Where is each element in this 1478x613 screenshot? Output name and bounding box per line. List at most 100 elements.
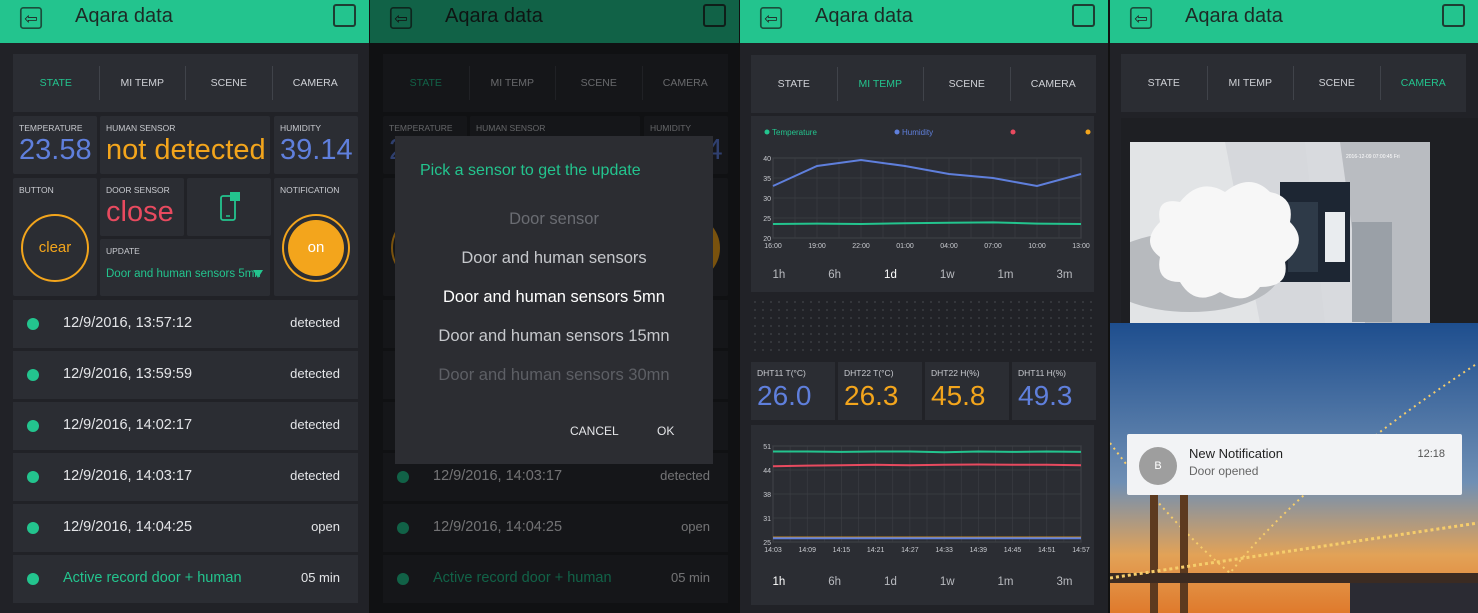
table-row[interactable]: 12/9/2016, 14:04:25 open (13, 504, 358, 552)
dialog-title: Pick a sensor to get the update (420, 162, 641, 179)
x-tick-label: 13:00 (1072, 243, 1090, 250)
notification-toggle[interactable]: on (282, 214, 350, 282)
tab-scene[interactable]: SCENE (186, 66, 273, 100)
clear-button[interactable]: clear (21, 214, 89, 282)
range-selector: 1h 6h 1d 1w 1m 3m (751, 269, 1094, 281)
range-3m[interactable]: 3m (1056, 269, 1072, 281)
legend-marker (764, 129, 770, 135)
range-1w[interactable]: 1w (940, 269, 955, 281)
y-tick-label: 31 (763, 516, 771, 523)
status-dot-icon (27, 471, 39, 483)
option-door-human-5mn[interactable]: Door and human sensors 5mn (395, 288, 713, 307)
range-1w[interactable]: 1w (940, 576, 955, 588)
status-dot-icon (27, 369, 39, 381)
app-title: Aqara data (815, 5, 913, 27)
row-time: 12/9/2016, 14:04:25 (63, 519, 193, 535)
table-row[interactable]: 12/9/2016, 13:59:59 detected (13, 351, 358, 399)
x-tick-label: 14:33 (935, 547, 953, 554)
x-tick-label: 14:57 (1072, 547, 1090, 554)
tab-bar: STATE MI TEMP SCENE CAMERA (1121, 54, 1466, 112)
range-1d[interactable]: 1d (884, 269, 897, 281)
legend-marker (894, 129, 900, 135)
dht22-temp-tile: DHT22 T(°C) 26.3 (838, 362, 922, 420)
table-row[interactable]: 12/9/2016, 13:57:12 detected (13, 300, 358, 348)
table-row[interactable]: 12/9/2016, 14:03:17 detected (13, 453, 358, 501)
tab-state[interactable]: STATE (1121, 66, 1208, 100)
tab-scene[interactable]: SCENE (924, 67, 1011, 101)
y-tick-label: 20 (763, 236, 771, 243)
status-dot-icon (27, 522, 39, 534)
dht22-temp-label: DHT22 T(°C) (844, 368, 894, 378)
tab-mi-temp[interactable]: MI TEMP (838, 67, 924, 101)
x-tick-label: 14:39 (970, 547, 988, 554)
back-icon[interactable]: ⇦ (759, 6, 783, 30)
range-1m[interactable]: 1m (998, 576, 1014, 588)
option-door-sensor[interactable]: Door sensor (395, 210, 713, 229)
phone-notification-icon (220, 192, 240, 221)
app-header: ⇦ Aqara data (0, 0, 369, 43)
range-6h[interactable]: 6h (828, 269, 841, 281)
button-label: BUTTON (19, 185, 54, 195)
camera-screen: ⇦ Aqara data STATE MI TEMP SCENE CAMERA … (1110, 0, 1478, 613)
temperature-tile: TEMPERATURE 23.58 (13, 116, 97, 174)
x-tick-label: 14:03 (764, 547, 782, 554)
tab-mi-temp[interactable]: MI TEMP (100, 66, 186, 100)
option-door-human[interactable]: Door and human sensors (395, 249, 713, 268)
option-door-human-15mn[interactable]: Door and human sensors 15mn (395, 327, 713, 346)
dht22-hum-value: 45.8 (931, 380, 986, 411)
table-row[interactable]: 12/9/2016, 14:02:17 detected (13, 402, 358, 450)
humidity-label: HUMIDITY (280, 123, 322, 133)
range-1h[interactable]: 1h (772, 269, 785, 281)
range-3m[interactable]: 3m (1056, 576, 1072, 588)
tab-mi-temp[interactable]: MI TEMP (1208, 66, 1294, 100)
history-chart[interactable]: 20 25 30 35 40 16:00 19:00 22:00 01:00 04:00 07:00… (751, 116, 1094, 266)
range-1h[interactable]: 1h (772, 576, 785, 588)
ok-button[interactable]: OK (657, 424, 674, 438)
active-record-label: Active record door + human (63, 570, 242, 586)
tab-camera[interactable]: CAMERA (1011, 67, 1097, 101)
notification-title: New Notification (1189, 446, 1283, 461)
update-tile[interactable]: UPDATE Door and human sensors 5mn (100, 239, 270, 296)
range-1m[interactable]: 1m (998, 269, 1014, 281)
phone-notify-tile[interactable] (187, 178, 271, 236)
range-1d[interactable]: 1d (884, 576, 897, 588)
cancel-button[interactable]: CANCEL (570, 424, 619, 438)
empty-widget-area (751, 298, 1096, 356)
camera-feed-image[interactable]: 2016-12-09 07:00:45 Fri (1130, 142, 1430, 323)
sensor-picker-dialog: Pick a sensor to get the update Door sen… (395, 136, 713, 464)
range-selector: 1h 6h 1d 1w 1m 3m (751, 576, 1094, 588)
x-tick-label: 19:00 (808, 243, 826, 250)
dht22-hum-tile: DHT22 H(%) 45.8 (925, 362, 1009, 420)
temperature-value: 23.58 (19, 134, 92, 166)
dht11-hum-value: 49.3 (1018, 380, 1073, 411)
legend-marker (1010, 129, 1016, 135)
row-time: 12/9/2016, 13:59:59 (63, 366, 193, 382)
back-icon[interactable]: ⇦ (19, 6, 43, 30)
notification-card[interactable]: B New Notification Door opened 12:18 (1127, 434, 1462, 495)
app-title: Aqara data (1185, 5, 1283, 27)
tab-camera[interactable]: CAMERA (1381, 66, 1467, 100)
y-tick-label: 35 (763, 176, 771, 183)
tab-state[interactable]: STATE (751, 67, 838, 101)
tab-state[interactable]: STATE (13, 66, 100, 100)
y-tick-label: 30 (763, 196, 771, 203)
humidity-value: 39.14 (280, 134, 353, 166)
status-dot-icon (27, 420, 39, 432)
camera-tile: 2016-12-09 07:00:45 Fri (1121, 118, 1478, 323)
button-tile: BUTTON clear (13, 178, 97, 296)
row-value: open (311, 519, 340, 534)
notification-body: Door opened (1189, 464, 1259, 478)
checkbox-icon[interactable] (1442, 4, 1465, 27)
history-chart-tile: 20 25 30 35 40 16:00 19:00 22:00 01:00 04:00 07:00… (751, 116, 1094, 292)
checkbox-icon[interactable] (1072, 4, 1095, 27)
option-door-human-30mn[interactable]: Door and human sensors 30mn (395, 366, 713, 385)
range-6h[interactable]: 6h (828, 576, 841, 588)
tab-scene[interactable]: SCENE (1294, 66, 1381, 100)
back-icon[interactable]: ⇦ (1129, 6, 1153, 30)
live-chart[interactable]: 25 31 38 44 51 14:03 14:09 14:15 14:21 14:27 14:33… (751, 425, 1094, 565)
tab-camera[interactable]: CAMERA (273, 66, 359, 100)
checkbox-icon[interactable] (333, 4, 356, 27)
tab-bar: STATE MI TEMP SCENE CAMERA (13, 54, 358, 112)
x-tick-label: 04:00 (940, 243, 958, 250)
table-row-active[interactable]: Active record door + human 05 min (13, 555, 358, 603)
